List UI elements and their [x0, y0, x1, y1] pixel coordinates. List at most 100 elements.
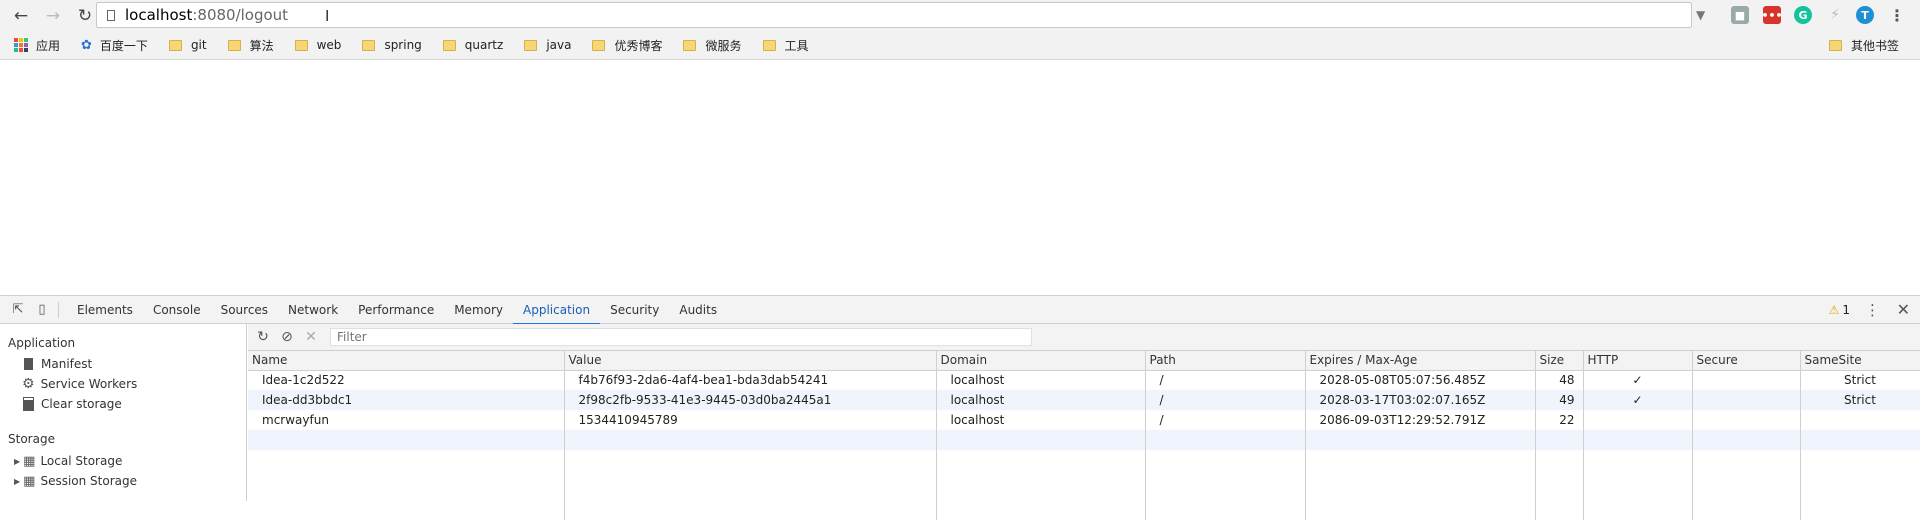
- column-header-http[interactable]: HTTP: [1583, 351, 1693, 371]
- tab-performance[interactable]: Performance: [348, 296, 444, 324]
- close-icon[interactable]: ✕: [1897, 300, 1910, 319]
- baidu-paw-icon: ✿: [81, 37, 92, 53]
- column-header-value[interactable]: Value: [564, 351, 937, 371]
- column-header-domain[interactable]: Domain: [936, 351, 1146, 371]
- extension-lastpass-icon[interactable]: •••: [1761, 6, 1783, 24]
- cell-samesite: Strict: [1800, 390, 1920, 410]
- sidebar-item-label: Clear storage: [41, 397, 122, 411]
- cell-name: Idea-1c2d522: [248, 370, 565, 390]
- column-header-path[interactable]: Path: [1145, 351, 1306, 371]
- application-sidebar: Application Manifest ⚙ Service Workers C…: [0, 324, 247, 501]
- sidebar-item-manifest[interactable]: Manifest: [0, 354, 246, 374]
- warning-counter[interactable]: ⚠ 1: [1829, 303, 1850, 317]
- sidebar-item-clear-storage[interactable]: Clear storage: [0, 394, 246, 414]
- bookmark-label: 工具: [784, 38, 809, 53]
- text-cursor-icon: I: [325, 7, 330, 25]
- cell-expires: 2028-03-17T03:02:07.165Z: [1305, 390, 1536, 410]
- tab-console[interactable]: Console: [143, 296, 211, 324]
- bookmark-folder-quartz[interactable]: quartz: [442, 38, 503, 52]
- table-row[interactable]: mcrwayfun 1534410945789 localhost / 2086…: [248, 410, 1920, 430]
- bookmark-folder-git[interactable]: git: [168, 38, 207, 52]
- table-header-row: Name Value Domain Path Expires / Max-Age…: [248, 351, 1920, 371]
- sidebar-item-service-workers[interactable]: ⚙ Service Workers: [0, 374, 246, 394]
- bookmark-folder-web[interactable]: web: [294, 38, 342, 52]
- sidebar-item-local-storage[interactable]: ▶ ▦ Local Storage: [0, 451, 246, 471]
- folder-icon: [592, 39, 606, 51]
- column-header-expires[interactable]: Expires / Max-Age: [1305, 351, 1536, 371]
- empty-row: [248, 430, 1920, 450]
- device-toolbar-icon[interactable]: ▯: [34, 302, 50, 318]
- inspect-element-icon[interactable]: ⇱: [10, 302, 26, 318]
- tab-elements[interactable]: Elements: [67, 296, 143, 324]
- bookmark-folder-tools[interactable]: 工具: [762, 37, 809, 54]
- bookmark-baidu[interactable]: ✿ 百度一下: [81, 37, 148, 54]
- bookmark-folder-java[interactable]: java: [524, 38, 571, 52]
- table-row[interactable]: Idea-dd3bbdc1 2f98c2fb-9533-41e3-9445-03…: [248, 390, 1920, 410]
- extension-save-icon[interactable]: ■: [1731, 6, 1749, 24]
- menu-kebab-icon[interactable]: ⋮: [1888, 6, 1906, 25]
- cell-expires: 2086-09-03T12:29:52.791Z: [1305, 410, 1536, 430]
- table-row[interactable]: Idea-1c2d522 f4b76f93-2da6-4af4-bea1-bda…: [248, 370, 1920, 390]
- expand-arrow-icon[interactable]: ▶: [14, 477, 20, 486]
- cell-secure: [1692, 410, 1801, 430]
- reload-icon[interactable]: ↻: [74, 5, 96, 27]
- warning-count: 1: [1842, 303, 1850, 317]
- bookmark-label: java: [546, 38, 572, 52]
- bookmark-folder-microservices[interactable]: 微服务: [683, 37, 742, 54]
- dropdown-icon[interactable]: ▼: [1696, 8, 1705, 22]
- bookmark-label: 应用: [36, 38, 61, 53]
- sidebar-item-label: Service Workers: [40, 377, 138, 391]
- bookmark-label: git: [190, 38, 207, 52]
- cell-path: /: [1145, 390, 1306, 410]
- bookmarks-bar: 应用 ✿ 百度一下 git 算法 web spring quartz java …: [0, 31, 1920, 60]
- folder-icon: [168, 39, 182, 51]
- tab-memory[interactable]: Memory: [444, 296, 513, 324]
- tab-audits[interactable]: Audits: [669, 296, 727, 324]
- cell-name: mcrwayfun: [248, 410, 565, 430]
- sidebar-item-session-storage[interactable]: ▶ ▦ Session Storage: [0, 471, 246, 491]
- tab-network[interactable]: Network: [278, 296, 348, 324]
- extension-bolt-icon[interactable]: ⚡: [1826, 6, 1844, 24]
- document-icon: [24, 358, 33, 370]
- tab-application[interactable]: Application: [513, 296, 601, 325]
- cell-samesite: Strict: [1800, 370, 1920, 390]
- clear-all-icon[interactable]: ⊘: [278, 328, 296, 346]
- bookmark-folder-blogs[interactable]: 优秀博客: [592, 37, 662, 54]
- bookmark-apps[interactable]: 应用: [14, 37, 60, 54]
- cell-domain: localhost: [936, 390, 1146, 410]
- cell-http: ✓: [1583, 370, 1693, 390]
- bookmark-label: 优秀博客: [614, 38, 663, 53]
- column-header-size[interactable]: Size: [1535, 351, 1584, 371]
- column-header-samesite[interactable]: SameSite: [1800, 351, 1920, 371]
- back-icon[interactable]: ←: [10, 5, 32, 27]
- column-header-name[interactable]: Name: [248, 351, 565, 371]
- cell-size: 22: [1535, 410, 1584, 430]
- sidebar-header-storage: Storage: [8, 432, 55, 446]
- cell-domain: localhost: [936, 370, 1146, 390]
- column-header-secure[interactable]: Secure: [1692, 351, 1801, 371]
- cell-samesite: [1800, 410, 1920, 430]
- filter-input[interactable]: [330, 328, 1032, 346]
- extension-grammarly-icon[interactable]: G: [1794, 6, 1812, 24]
- devtools-menu-icon[interactable]: ⋮: [1865, 301, 1880, 319]
- cell-value: 1534410945789: [564, 410, 937, 430]
- delete-selected-icon[interactable]: ✕: [302, 328, 320, 346]
- address-bar[interactable]: localhost:8080/logout: [96, 2, 1692, 28]
- bookmark-folder-other[interactable]: 其他书签: [1828, 37, 1899, 54]
- bookmark-folder-algorithm[interactable]: 算法: [227, 37, 274, 54]
- cell-expires: 2028-05-08T05:07:56.485Z: [1305, 370, 1536, 390]
- bookmark-label: web: [316, 38, 342, 52]
- folder-icon: [683, 39, 697, 51]
- extension-translate-icon[interactable]: T: [1856, 6, 1874, 24]
- sidebar-item-label: Session Storage: [40, 474, 138, 488]
- forward-icon[interactable]: →: [42, 5, 64, 27]
- cell-value: f4b76f93-2da6-4af4-bea1-bda3dab54241: [564, 370, 937, 390]
- expand-arrow-icon[interactable]: ▶: [14, 457, 20, 466]
- sidebar-item-label: Local Storage: [40, 454, 123, 468]
- cookies-table: Name Value Domain Path Expires / Max-Age…: [248, 351, 1920, 520]
- tab-security[interactable]: Security: [600, 296, 669, 324]
- bookmark-folder-spring[interactable]: spring: [362, 38, 422, 52]
- browser-toolbar: ← → ↻ localhost:8080/logout I ▼ ■ ••• G …: [0, 0, 1920, 31]
- tab-sources[interactable]: Sources: [211, 296, 278, 324]
- refresh-icon[interactable]: ↻: [254, 328, 272, 346]
